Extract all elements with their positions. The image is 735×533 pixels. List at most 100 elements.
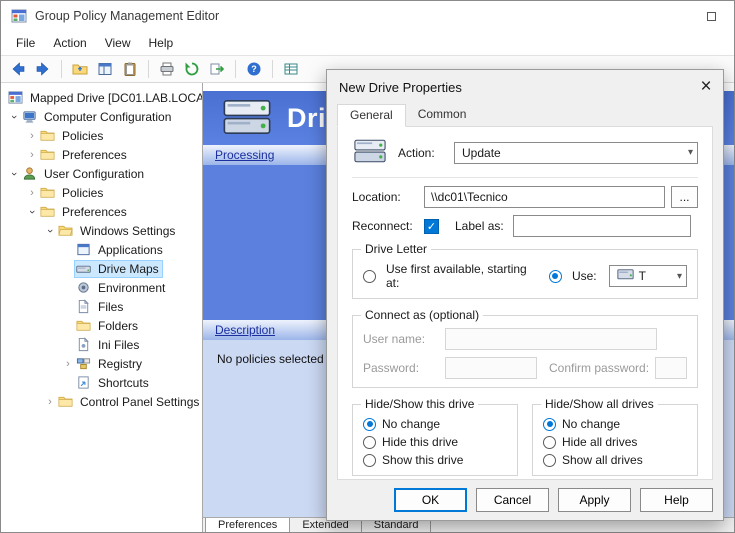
tree-item-label: Drive Maps xyxy=(95,261,162,277)
option-row: Show all drives xyxy=(543,453,687,467)
drive-letter-group-title: Drive Letter xyxy=(361,242,431,256)
tree-item-files[interactable]: Files xyxy=(1,297,202,316)
all-no-change-radio[interactable] xyxy=(543,418,556,431)
menu-action[interactable]: Action xyxy=(44,33,95,53)
apply-button[interactable]: Apply xyxy=(558,488,631,512)
tree-item-computer-configuration[interactable]: Computer Configuration xyxy=(1,107,202,126)
tree-item-ini-files[interactable]: Ini Files xyxy=(1,335,202,354)
up-folder-icon[interactable] xyxy=(69,58,91,80)
chevron-down-icon[interactable] xyxy=(25,206,39,218)
chevron-right-icon[interactable] xyxy=(25,187,39,199)
group-policy-editor-window: { "window": { "title": "Group Policy Man… xyxy=(0,0,735,533)
console-icon xyxy=(7,90,24,105)
tree-item-user-preferences[interactable]: Preferences xyxy=(1,202,202,221)
option-row: No change xyxy=(543,417,687,431)
close-icon[interactable]: × xyxy=(689,72,723,102)
tree-item-label: Mapped Drive [DC01.LAB.LOCA xyxy=(27,90,203,106)
new-drive-properties-dialog: New Drive Properties × General Common Ac… xyxy=(326,69,724,521)
dialog-button-row: OK Cancel Apply Help xyxy=(327,480,723,520)
tab-common[interactable]: Common xyxy=(406,104,479,126)
tree-item-user-policies[interactable]: Policies xyxy=(1,183,202,202)
tab-preferences[interactable]: Preferences xyxy=(205,518,290,532)
tree-item-label: Computer Configuration xyxy=(41,109,174,125)
drive-letter-row: Use first available, starting at: Use: T… xyxy=(363,262,687,290)
hide-all-drives-label: Hide all drives xyxy=(562,435,637,449)
menu-file[interactable]: File xyxy=(7,33,44,53)
browse-button[interactable]: ... xyxy=(671,186,698,208)
reconnect-checkbox[interactable]: ✓ xyxy=(424,219,439,234)
console-tree: Mapped Drive [DC01.LAB.LOCA Computer Con… xyxy=(1,83,203,532)
back-icon[interactable] xyxy=(7,58,29,80)
action-dropdown[interactable]: Update ▾ xyxy=(454,142,698,164)
toolbar-separator xyxy=(148,60,149,78)
help-button[interactable]: Help xyxy=(640,488,713,512)
registry-icon xyxy=(75,356,92,371)
window-icon[interactable] xyxy=(94,58,116,80)
tree-item-label: Shortcuts xyxy=(95,375,152,391)
chevron-right-icon[interactable] xyxy=(43,396,57,408)
label-as-input[interactable] xyxy=(513,215,691,237)
folder-icon xyxy=(39,147,56,162)
chevron-down-icon[interactable] xyxy=(43,225,57,237)
help-icon[interactable]: ? xyxy=(243,58,265,80)
cancel-button[interactable]: Cancel xyxy=(476,488,549,512)
chevron-right-icon[interactable] xyxy=(61,358,75,370)
folder-icon xyxy=(39,128,56,143)
location-label: Location: xyxy=(352,190,424,204)
refresh-icon[interactable] xyxy=(181,58,203,80)
tree-item-computer-policies[interactable]: Policies xyxy=(1,126,202,145)
maximize-icon xyxy=(707,12,716,21)
tree-item-computer-preferences[interactable]: Preferences xyxy=(1,145,202,164)
forward-icon[interactable] xyxy=(32,58,54,80)
reconnect-row: Reconnect: ✓ Label as: xyxy=(352,215,698,237)
option-row: No change xyxy=(363,417,507,431)
show-this-drive-radio[interactable] xyxy=(363,454,376,467)
hide-show-all-title: Hide/Show all drives xyxy=(541,397,658,411)
hide-all-drives-radio[interactable] xyxy=(543,436,556,449)
menu-help[interactable]: Help xyxy=(140,33,183,53)
tree-item-folders[interactable]: Folders xyxy=(1,316,202,335)
tree-item-drive-maps[interactable]: Drive Maps xyxy=(1,259,202,278)
location-input[interactable]: \\dc01\Tecnico xyxy=(424,186,665,208)
ok-button[interactable]: OK xyxy=(394,488,467,512)
chevron-right-icon[interactable] xyxy=(25,149,39,161)
general-tab-page: Action: Update ▾ Location: \\dc01\Tecnic… xyxy=(337,126,713,480)
printer-icon[interactable] xyxy=(156,58,178,80)
show-all-drives-radio[interactable] xyxy=(543,454,556,467)
this-no-change-radio[interactable] xyxy=(363,418,376,431)
svg-text:?: ? xyxy=(251,64,257,74)
tree-item-root[interactable]: Mapped Drive [DC01.LAB.LOCA xyxy=(1,88,202,107)
tree-item-windows-settings[interactable]: Windows Settings xyxy=(1,221,202,240)
tree-item-label: Control Panel Settings xyxy=(77,394,202,410)
list-icon[interactable] xyxy=(280,58,302,80)
processing-link[interactable]: Processing xyxy=(215,148,274,162)
action-row: Action: Update ▾ xyxy=(352,137,698,168)
use-radio[interactable] xyxy=(549,270,562,283)
use-first-available-radio[interactable] xyxy=(363,270,376,283)
clipboard-icon[interactable] xyxy=(119,58,141,80)
tree-item-environment[interactable]: Environment xyxy=(1,278,202,297)
show-all-drives-label: Show all drives xyxy=(562,453,643,467)
option-row: Hide this drive xyxy=(363,435,507,449)
export-icon[interactable] xyxy=(206,58,228,80)
chevron-down-icon[interactable] xyxy=(7,111,21,123)
label-as-label: Label as: xyxy=(455,219,513,233)
password-input xyxy=(445,357,537,379)
dialog-title: New Drive Properties xyxy=(339,80,689,95)
hide-this-drive-radio[interactable] xyxy=(363,436,376,449)
folder-icon xyxy=(39,204,56,219)
tree-item-control-panel-settings[interactable]: Control Panel Settings xyxy=(1,392,202,411)
tree-item-applications[interactable]: Applications xyxy=(1,240,202,259)
tab-general[interactable]: General xyxy=(337,104,406,127)
chevron-right-icon[interactable] xyxy=(25,130,39,142)
menu-view[interactable]: View xyxy=(96,33,140,53)
toolbar-separator xyxy=(61,60,62,78)
drive-letter-dropdown[interactable]: T ▾ xyxy=(609,265,687,287)
description-link[interactable]: Description xyxy=(215,323,275,337)
tree-item-shortcuts[interactable]: Shortcuts xyxy=(1,373,202,392)
tree-item-user-configuration[interactable]: User Configuration xyxy=(1,164,202,183)
chevron-down-icon: ▾ xyxy=(671,271,682,282)
tree-item-registry[interactable]: Registry xyxy=(1,354,202,373)
chevron-down-icon[interactable] xyxy=(7,168,21,180)
maximize-button[interactable] xyxy=(698,6,724,26)
